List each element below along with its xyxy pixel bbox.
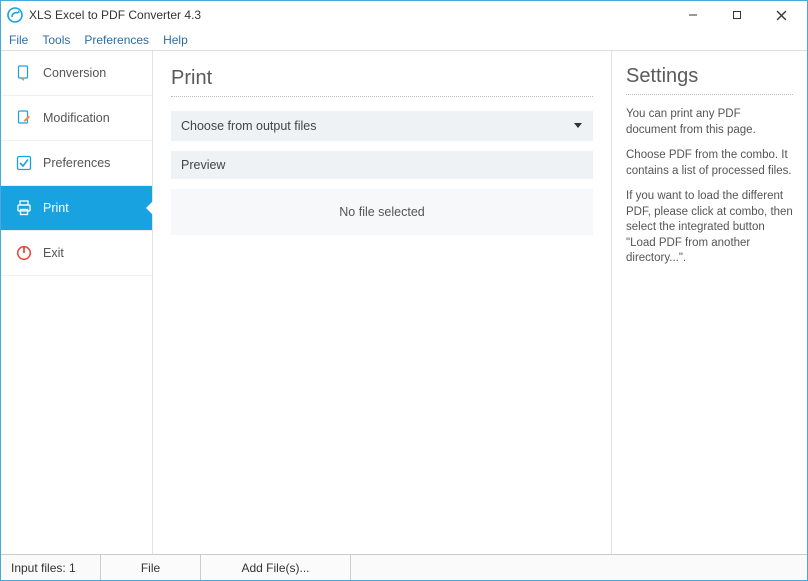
app-window: XLS Excel to PDF Converter 4.3 File Tool… xyxy=(0,0,808,581)
sidebar-item-exit[interactable]: Exit xyxy=(1,231,152,276)
preview-placeholder: No file selected xyxy=(339,205,424,219)
app-icon xyxy=(7,7,23,23)
power-icon xyxy=(15,244,33,262)
sidebar-item-label: Preferences xyxy=(43,156,110,170)
settings-title: Settings xyxy=(626,65,793,88)
menu-tools[interactable]: Tools xyxy=(42,33,70,47)
settings-text-2: Choose PDF from the combo. It contains a… xyxy=(626,148,793,179)
page-title: Print xyxy=(171,67,593,90)
menu-preferences[interactable]: Preferences xyxy=(84,33,149,47)
add-files-button[interactable]: Add File(s)... xyxy=(201,555,351,580)
checkbox-icon xyxy=(15,154,33,172)
file-button[interactable]: File xyxy=(101,555,201,580)
output-files-combo[interactable]: Choose from output files xyxy=(171,111,593,141)
preview-section-label: Preview xyxy=(171,151,593,179)
sidebar-item-label: Conversion xyxy=(43,66,106,80)
divider xyxy=(171,96,593,97)
app-title: XLS Excel to PDF Converter 4.3 xyxy=(29,8,201,22)
sidebar-item-conversion[interactable]: Conversion xyxy=(1,51,152,96)
printer-icon xyxy=(15,199,33,217)
status-input-files-text: Input files: 1 xyxy=(11,561,76,575)
combo-label: Choose from output files xyxy=(181,119,317,133)
document-edit-icon xyxy=(15,109,33,127)
document-convert-icon xyxy=(15,64,33,82)
menu-file[interactable]: File xyxy=(9,33,28,47)
sidebar-item-label: Exit xyxy=(43,246,64,260)
sidebar-item-preferences[interactable]: Preferences xyxy=(1,141,152,186)
menu-help[interactable]: Help xyxy=(163,33,188,47)
status-input-files: Input files: 1 xyxy=(1,555,101,580)
body: Conversion Modification xyxy=(1,51,807,554)
divider xyxy=(626,94,793,95)
settings-panel: Settings You can print any PDF document … xyxy=(611,51,807,554)
sidebar-item-print[interactable]: Print xyxy=(1,186,152,231)
add-files-button-label: Add File(s)... xyxy=(241,561,309,575)
preview-label-text: Preview xyxy=(181,158,225,172)
settings-text-3: If you want to load the different PDF, p… xyxy=(626,189,793,267)
settings-text-1: You can print any PDF document from this… xyxy=(626,107,793,138)
menubar: File Tools Preferences Help xyxy=(1,29,807,51)
chevron-down-icon xyxy=(573,119,583,133)
titlebar: XLS Excel to PDF Converter 4.3 xyxy=(1,1,807,29)
main-panel: Print Choose from output files Preview N… xyxy=(153,51,611,554)
sidebar-item-label: Modification xyxy=(43,111,110,125)
minimize-button[interactable] xyxy=(671,2,715,28)
preview-area: No file selected xyxy=(171,189,593,235)
sidebar-item-modification[interactable]: Modification xyxy=(1,96,152,141)
file-button-label: File xyxy=(141,561,160,575)
maximize-button[interactable] xyxy=(715,2,759,28)
sidebar-item-label: Print xyxy=(43,201,69,215)
close-button[interactable] xyxy=(759,2,803,28)
statusbar: Input files: 1 File Add File(s)... xyxy=(1,554,807,580)
sidebar: Conversion Modification xyxy=(1,51,153,554)
